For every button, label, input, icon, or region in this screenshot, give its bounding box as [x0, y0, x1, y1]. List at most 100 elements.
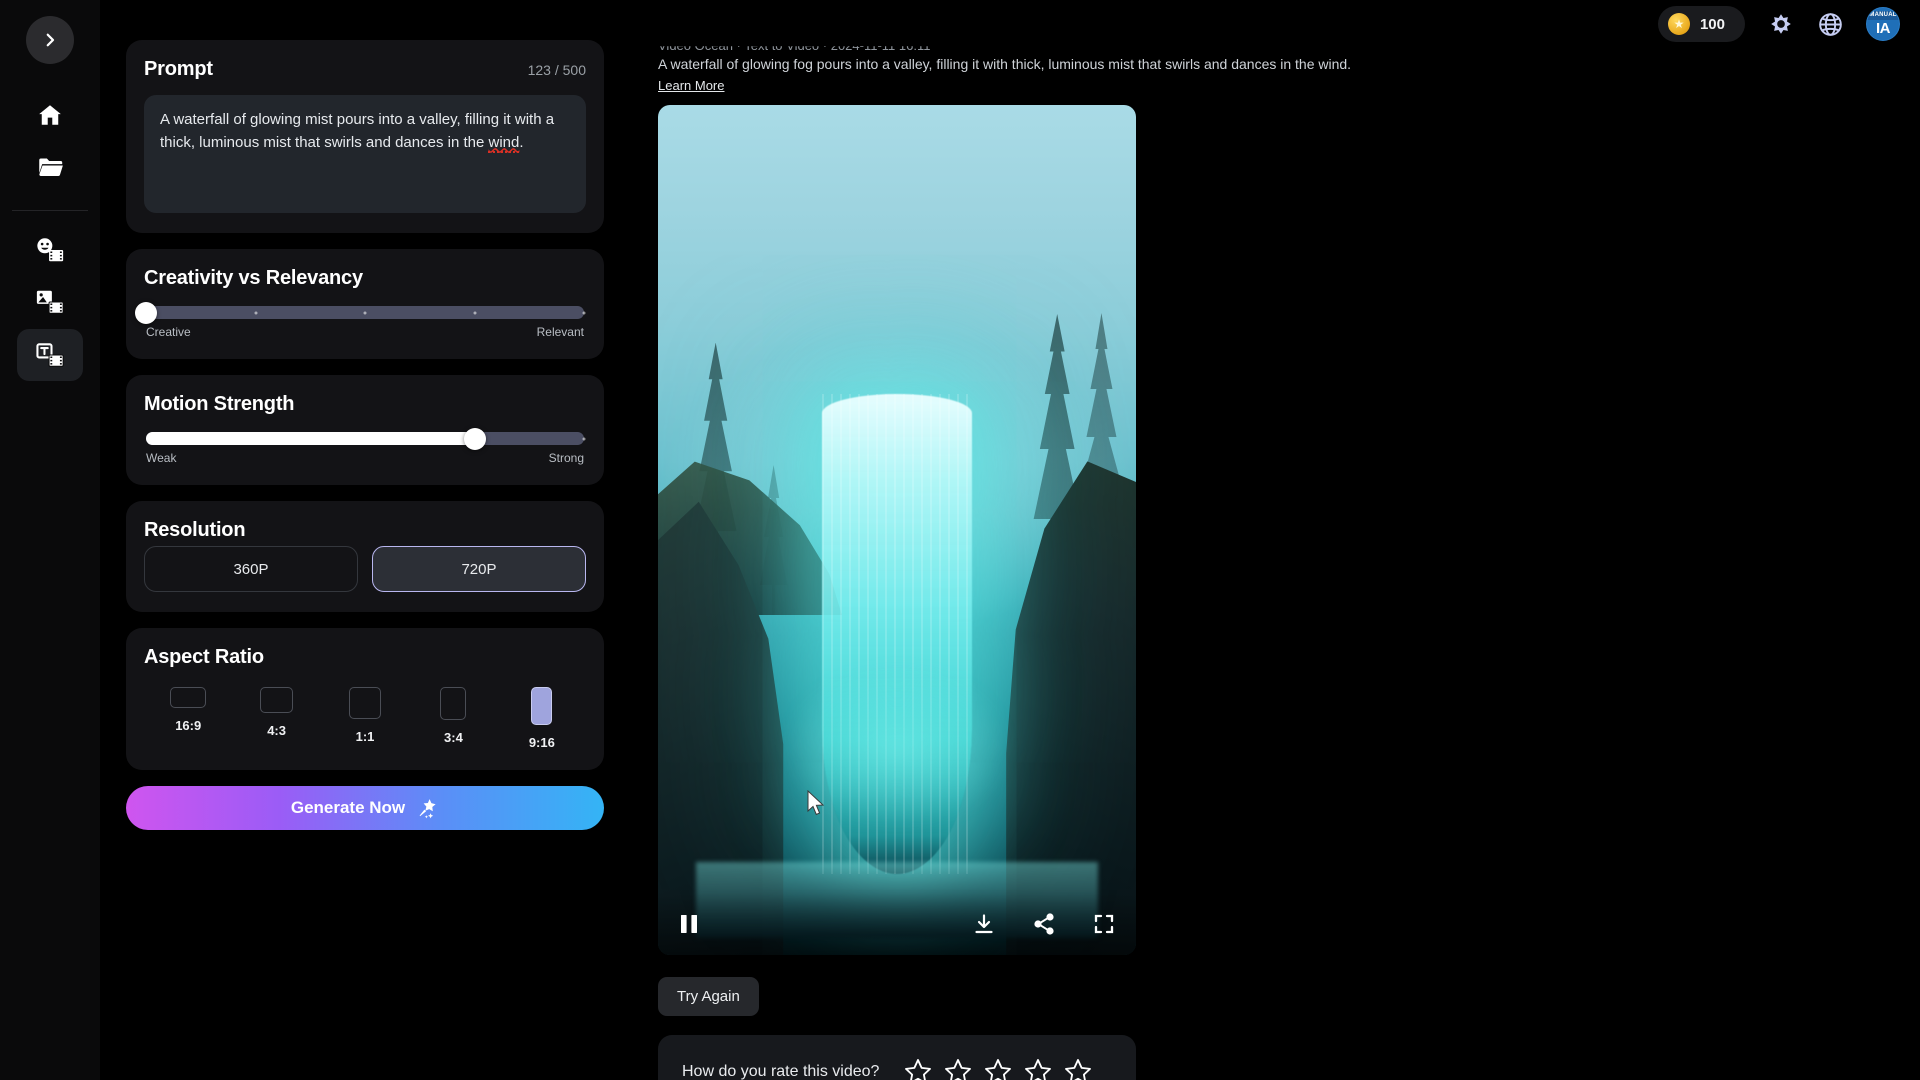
settings-button[interactable]	[1767, 10, 1795, 38]
aspect-ratio-shape	[349, 687, 382, 719]
slider-tick	[363, 311, 367, 314]
sidebar-item-avatar-to-video[interactable]	[20, 225, 80, 275]
resolution-options: 360P 720P	[144, 546, 586, 592]
rating-question: How do you rate this video?	[682, 1063, 880, 1080]
prompt-title: Prompt	[144, 58, 213, 80]
motion-title: Motion Strength	[144, 393, 295, 415]
resolution-title: Resolution	[144, 519, 246, 541]
pause-button[interactable]	[678, 912, 700, 936]
result-panel: Video Ocean · Text to Video · 2024-11-11…	[630, 0, 1920, 1080]
aspect-ratio-label: 9:16	[528, 735, 555, 750]
creativity-slider[interactable]	[135, 301, 586, 324]
aspect-ratio-card: Aspect Ratio 16:9 4:3 1:1 3:4 9:16	[126, 628, 604, 770]
video-controls	[658, 893, 1136, 955]
aspect-ratio-label: 3:4	[444, 730, 463, 745]
top-bar: ★ 100 MANUAL IA	[1657, 6, 1900, 42]
resolution-option-label: 720P	[461, 560, 497, 578]
resolution-option-720p[interactable]: 720P	[372, 546, 586, 592]
text-video-icon	[36, 343, 64, 367]
resolution-card: Resolution 360P 720P	[126, 501, 604, 612]
pause-icon	[681, 915, 697, 933]
rating-stars	[903, 1057, 1093, 1080]
rating-star-1[interactable]	[903, 1057, 933, 1080]
home-icon	[39, 105, 61, 125]
aspect-ratio-shape	[531, 687, 553, 725]
language-button[interactable]	[1817, 11, 1844, 38]
generate-now-label: Generate Now	[290, 798, 406, 817]
video-frame	[658, 105, 1136, 955]
aspect-ratio-label: 4:3	[267, 723, 286, 738]
rating-star-3[interactable]	[983, 1057, 1013, 1080]
fullscreen-icon	[1094, 914, 1114, 934]
prompt-text-part2: .	[519, 133, 524, 151]
video-actions	[972, 912, 1116, 936]
fullscreen-button[interactable]	[1092, 912, 1116, 936]
learn-more-link[interactable]: Learn More	[658, 78, 724, 93]
chevron-right-icon	[46, 33, 55, 47]
magic-wand-sparkle-icon	[419, 799, 436, 819]
rating-card: How do you rate this video?	[658, 1035, 1136, 1080]
motion-left-label: Weak	[146, 451, 177, 465]
mist-pool	[737, 631, 1057, 862]
creativity-slider-handle[interactable]	[135, 301, 157, 324]
slider-tick	[582, 437, 586, 440]
resolution-option-label: 360P	[233, 560, 269, 578]
sidebar-item-text-to-video[interactable]	[17, 329, 83, 381]
credits-amount: 100	[1699, 15, 1725, 33]
slider-tick	[363, 437, 367, 440]
globe-icon	[1819, 12, 1842, 36]
aspect-ratio-label: 1:1	[355, 729, 375, 744]
slider-tick	[254, 311, 257, 314]
motion-card: Motion Strength Weak Strong	[126, 375, 604, 485]
creativity-end-labels: Creative Relevant	[146, 325, 584, 339]
rating-star-5[interactable]	[1063, 1057, 1093, 1080]
try-again-button[interactable]: Try Again	[658, 977, 759, 1016]
aspect-ratio-option-3-4[interactable]: 3:4	[409, 687, 497, 750]
nav-divider	[12, 210, 88, 211]
share-button[interactable]	[1032, 912, 1056, 936]
rating-star-2[interactable]	[943, 1057, 973, 1080]
download-icon	[975, 914, 993, 934]
avatar-initials: IA	[1876, 20, 1891, 37]
aspect-ratio-option-16-9[interactable]: 16:9	[144, 687, 232, 750]
generate-now-button[interactable]: Generate Now	[126, 786, 604, 830]
creativity-title: Creativity vs Relevancy	[144, 267, 363, 289]
sidebar-item-home[interactable]	[20, 90, 80, 140]
credits-badge[interactable]: ★ 100	[1657, 6, 1745, 42]
aspect-ratio-label: 16:9	[175, 718, 202, 733]
motion-slider[interactable]	[146, 427, 586, 450]
slider-tick	[254, 437, 257, 440]
avatar-video-icon	[37, 238, 64, 262]
folder-icon	[38, 158, 63, 176]
download-button[interactable]	[972, 912, 996, 936]
prompt-input[interactable]: A waterfall of glowing mist pours into a…	[144, 95, 586, 213]
prompt-card: Prompt 123 / 500 A waterfall of glowing …	[126, 40, 604, 233]
sidebar-item-image-to-video[interactable]	[20, 277, 80, 327]
resolution-option-360p[interactable]: 360P	[144, 546, 358, 592]
motion-right-label: Strong	[548, 451, 584, 465]
aspect-ratio-title: Aspect Ratio	[144, 646, 264, 668]
slider-tick	[473, 311, 476, 314]
creativity-card: Creativity vs Relevancy Creative Relevan…	[126, 249, 604, 359]
avatar-top-text: MANUAL	[1867, 11, 1899, 20]
sidebar-item-assets[interactable]	[20, 142, 80, 192]
settings-panel: Prompt 123 / 500 A waterfall of glowing …	[100, 0, 630, 1080]
gear-icon	[1771, 14, 1791, 34]
creativity-slider-wrap: Creative Relevant	[135, 290, 586, 339]
rating-star-4[interactable]	[1023, 1057, 1053, 1080]
share-icon	[1034, 913, 1054, 935]
result-description: A waterfall of glowing fog pours into a …	[658, 56, 1352, 72]
motion-slider-fill	[146, 432, 475, 445]
coin-icon: ★	[1667, 13, 1690, 35]
result-meta: Video Ocean · Text to Video · 2024-11-11…	[658, 38, 931, 53]
expand-sidebar-button[interactable]	[26, 16, 74, 64]
user-avatar[interactable]: MANUAL IA	[1866, 7, 1900, 41]
aspect-ratio-option-9-16[interactable]: 9:16	[498, 687, 586, 750]
aspect-ratio-shape	[440, 687, 467, 720]
video-player[interactable]	[658, 105, 1136, 955]
aspect-ratio-option-4-3[interactable]: 4:3	[232, 687, 320, 750]
aspect-ratio-option-1-1[interactable]: 1:1	[321, 687, 409, 750]
motion-end-labels: Weak Strong	[146, 451, 584, 465]
motion-slider-handle[interactable]	[463, 427, 486, 450]
aspect-ratio-shape	[260, 687, 294, 713]
